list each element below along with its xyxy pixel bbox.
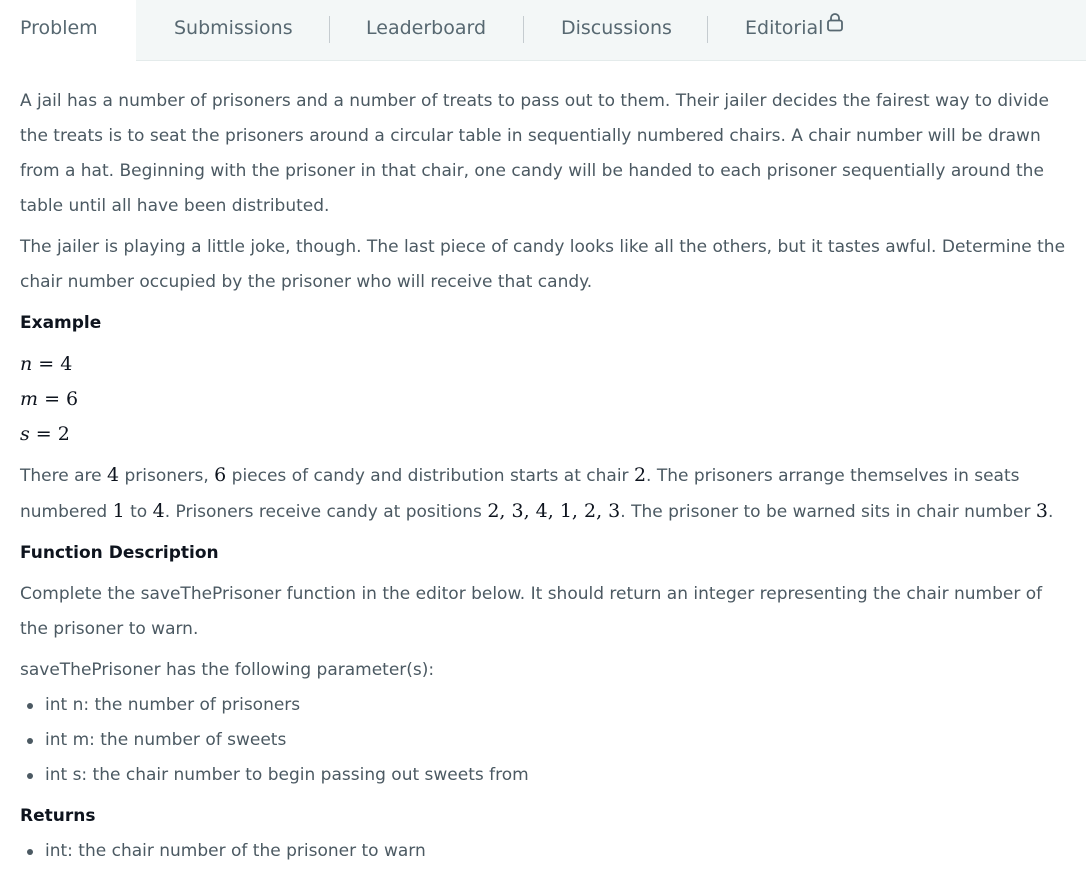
function-description: Complete the saveThePrisoner function in… bbox=[20, 584, 1043, 639]
tab-editorial[interactable]: Editorial bbox=[745, 0, 844, 60]
function-description-heading: Function Description bbox=[20, 543, 219, 563]
problem-statement: A jail has a number of prisoners and a n… bbox=[20, 84, 1070, 869]
example-var-s: s = 2 bbox=[20, 423, 70, 445]
tab-separator bbox=[707, 16, 708, 43]
example-var-m: m = 6 bbox=[20, 388, 79, 410]
lock-icon bbox=[826, 0, 844, 55]
tab-discussions[interactable]: Discussions bbox=[561, 0, 672, 60]
parameters-list: int n: the number of prisoners int m: th… bbox=[20, 688, 1070, 793]
list-item: int m: the number of sweets bbox=[26, 723, 1070, 758]
example-explanation: There are 4 prisoners, 6 pieces of candy… bbox=[20, 464, 1054, 522]
intro-paragraph-joke: The jailer is playing a little joke, tho… bbox=[20, 237, 1066, 292]
example-heading: Example bbox=[20, 313, 102, 333]
intro-paragraph: A jail has a number of prisoners and a n… bbox=[20, 91, 1049, 216]
tab-separator bbox=[329, 16, 330, 43]
list-item: int n: the number of prisoners bbox=[26, 688, 1070, 723]
list-item: int s: the chair number to begin passing… bbox=[26, 758, 1070, 793]
tab-editorial-label: Editorial bbox=[745, 17, 824, 39]
problem-tab-bar: Problem Submissions Leaderboard Discussi… bbox=[0, 0, 1086, 61]
example-var-n: n = 4 bbox=[20, 353, 73, 375]
tab-submissions[interactable]: Submissions bbox=[174, 0, 293, 60]
returns-list: int: the chair number of the prisoner to… bbox=[20, 834, 1070, 869]
tab-separator bbox=[523, 16, 524, 43]
tab-problem[interactable]: Problem bbox=[0, 0, 136, 61]
returns-heading: Returns bbox=[20, 806, 96, 826]
parameters-intro: saveThePrisoner has the following parame… bbox=[20, 660, 435, 680]
example-variables: n = 4 m = 6 s = 2 bbox=[20, 347, 1070, 452]
list-item: int: the chair number of the prisoner to… bbox=[26, 834, 1070, 869]
tab-leaderboard[interactable]: Leaderboard bbox=[366, 0, 486, 60]
